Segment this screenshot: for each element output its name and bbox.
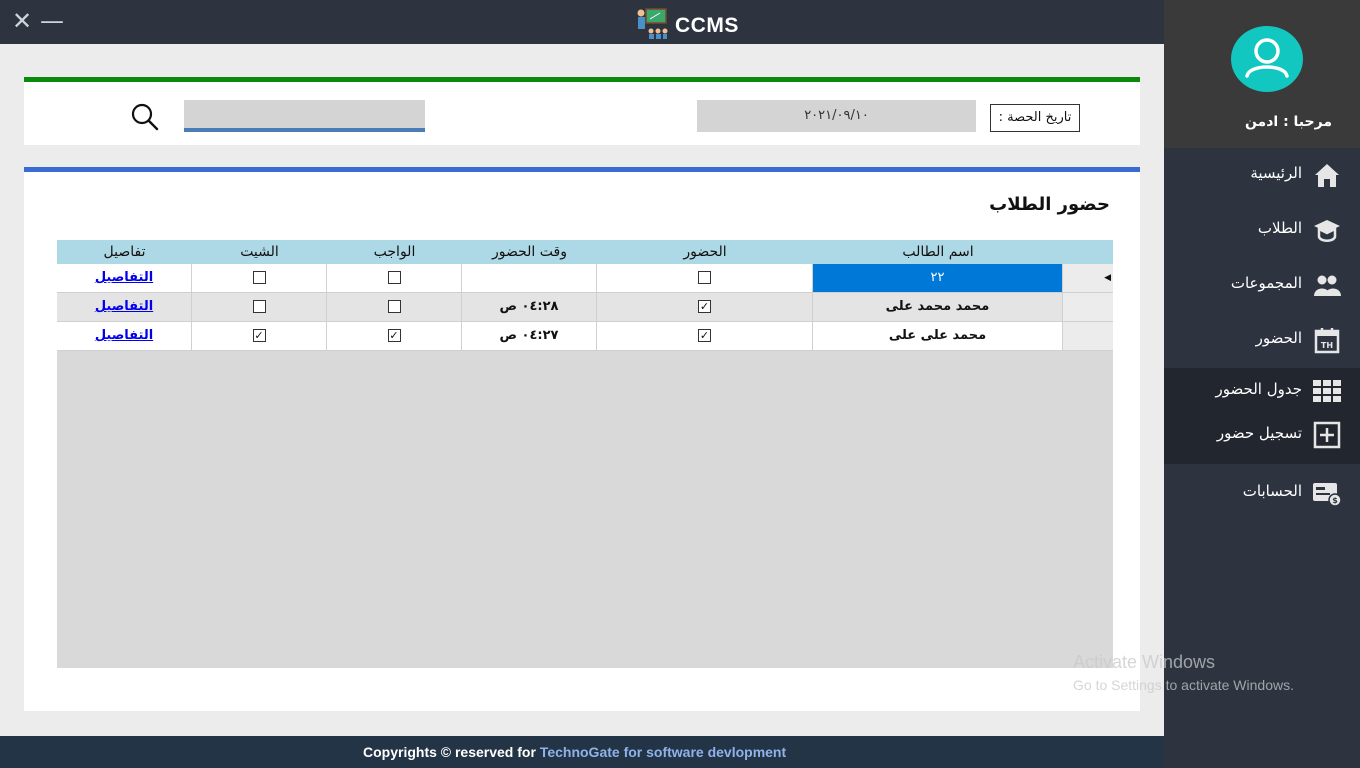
profile-panel: مرحبا : ادمن xyxy=(1164,0,1360,148)
date-field[interactable]: ٢٠٢١/٠٩/١٠ xyxy=(697,100,976,132)
details-link[interactable]: التفاصيل xyxy=(95,328,153,343)
sidebar-item-label: تسجيل حضور xyxy=(1216,424,1302,442)
homework-checkbox[interactable]: ✓ xyxy=(387,329,401,342)
homework-cell[interactable]: ✓ xyxy=(327,322,462,351)
details-link[interactable]: التفاصيل xyxy=(95,270,153,285)
details-cell[interactable]: التفاصيل xyxy=(57,293,192,322)
sheet-cell[interactable] xyxy=(192,293,327,322)
table-row[interactable]: محمد على على ✓ ٠٤:٢٧ ص ✓ ✓ التفاصيل xyxy=(57,322,1113,351)
search-icon[interactable] xyxy=(130,102,160,132)
main-content: تاريخ الحصة : ٢٠٢١/٠٩/١٠ حضور الطلاب اسم… xyxy=(0,44,1164,736)
student-name-cell[interactable]: ٢٢ xyxy=(813,264,1063,293)
sidebar-item-label: الرئيسية xyxy=(1250,164,1302,182)
attendance-submenu: جدول الحضور تسجيل حضور xyxy=(1164,368,1360,464)
sidebar-item-record-attendance[interactable]: تسجيل حضور xyxy=(1164,412,1360,456)
sidebar-item-attendance[interactable]: الحضور TH xyxy=(1164,317,1360,361)
sidebar-item-accounts[interactable]: الحسابات $ xyxy=(1164,470,1360,514)
calendar-icon: TH xyxy=(1314,328,1340,354)
sidebar-item-label: جدول الحضور xyxy=(1215,380,1302,398)
grid-icon xyxy=(1313,380,1341,402)
header-details[interactable]: تفاصيل xyxy=(57,240,192,264)
attendance-card: حضور الطلاب اسم الطالب الحضور وقت الحضور… xyxy=(24,167,1140,711)
details-cell[interactable]: التفاصيل xyxy=(57,264,192,293)
attendance-checkbox[interactable] xyxy=(698,271,711,284)
homework-checkbox[interactable] xyxy=(387,300,401,313)
header-sheet[interactable]: الشيت xyxy=(192,240,327,264)
header-time[interactable]: وقت الحضور xyxy=(462,240,597,264)
company-name: TechnoGate for software devlopment xyxy=(535,744,787,760)
graduation-cap-icon xyxy=(1314,220,1340,242)
sidebar-item-label: الحسابات xyxy=(1242,482,1302,500)
activation-watermark-title: Activate Windows xyxy=(1073,652,1216,672)
plus-square-icon xyxy=(1313,421,1341,449)
date-label: تاريخ الحصة : xyxy=(990,104,1080,132)
header-homework[interactable]: الواجب xyxy=(327,240,462,264)
row-header[interactable]: ◀ xyxy=(1063,264,1113,293)
row-header[interactable] xyxy=(1063,293,1113,322)
greeting-text: مرحبا : ادمن xyxy=(1244,114,1332,130)
grid-header: اسم الطالب الحضور وقت الحضور الواجب الشي… xyxy=(57,240,1113,264)
sheet-checkbox[interactable] xyxy=(252,271,266,284)
header-student-name[interactable]: اسم الطالب xyxy=(813,240,1063,264)
sidebar-item-home[interactable]: الرئيسية xyxy=(1164,152,1360,196)
student-name-cell[interactable]: محمد محمد على xyxy=(813,293,1063,322)
student-name-cell[interactable]: محمد على على xyxy=(813,322,1063,351)
homework-cell[interactable] xyxy=(327,293,462,322)
filter-card: تاريخ الحصة : ٢٠٢١/٠٩/١٠ xyxy=(24,77,1140,145)
attendance-cell[interactable]: ✓ xyxy=(597,322,813,351)
time-cell[interactable]: ٠٤:٢٧ ص xyxy=(462,322,597,351)
sheet-checkbox[interactable]: ✓ xyxy=(252,329,266,342)
time-cell[interactable] xyxy=(462,264,597,293)
sheet-cell[interactable]: ✓ xyxy=(192,322,327,351)
sidebar-item-groups[interactable]: المجموعات xyxy=(1164,262,1360,306)
attendance-checkbox[interactable]: ✓ xyxy=(698,329,711,342)
homework-cell[interactable] xyxy=(327,264,462,293)
app-window: ✕ — CCMS تاريخ الحصة : ٢٠٢١/٠٩/١٠ حضور ا… xyxy=(0,0,1360,768)
minimize-button[interactable]: — xyxy=(40,8,64,34)
current-row-indicator-icon: ◀ xyxy=(1104,273,1111,283)
sidebar-item-label: الحضور xyxy=(1255,329,1302,347)
svg-text:TH: TH xyxy=(1321,341,1333,350)
group-icon xyxy=(1314,275,1341,296)
attendance-cell[interactable] xyxy=(597,264,813,293)
title-bar: ✕ — CCMS xyxy=(0,0,1164,44)
sheet-cell[interactable] xyxy=(192,264,327,293)
attendance-grid: اسم الطالب الحضور وقت الحضور الواجب الشي… xyxy=(57,240,1113,668)
sidebar-item-label: المجموعات xyxy=(1230,274,1302,292)
details-link[interactable]: التفاصيل xyxy=(95,299,153,314)
search-input[interactable] xyxy=(184,100,425,132)
sidebar-item-attendance-table[interactable]: جدول الحضور xyxy=(1164,368,1360,412)
sidebar-item-students[interactable]: الطلاب xyxy=(1164,207,1360,251)
billing-icon: $ xyxy=(1313,483,1342,507)
footer: Copyrights © reserved for TechnoGate for… xyxy=(0,736,1164,768)
table-row[interactable]: محمد محمد على ✓ ٠٤:٢٨ ص التفاصيل xyxy=(57,293,1113,322)
time-cell[interactable]: ٠٤:٢٨ ص xyxy=(462,293,597,322)
sidebar-item-label: الطلاب xyxy=(1257,219,1302,237)
app-title: CCMS xyxy=(675,14,739,37)
header-attendance[interactable]: الحضور xyxy=(597,240,813,264)
copyright-prefix: Copyrights © reserved for xyxy=(363,744,536,760)
close-button[interactable]: ✕ xyxy=(12,8,32,34)
table-row[interactable]: ◀ ٢٢ التفاصيل xyxy=(57,264,1113,293)
copyright-text: Copyrights © reserved for TechnoGate for… xyxy=(363,744,786,760)
section-title: حضور الطلاب xyxy=(989,194,1110,215)
homework-checkbox[interactable] xyxy=(387,271,401,284)
details-cell[interactable]: التفاصيل xyxy=(57,322,192,351)
home-icon xyxy=(1315,164,1339,187)
activation-watermark-subtitle: Go to Settings to activate Windows. xyxy=(1073,677,1294,693)
attendance-cell[interactable]: ✓ xyxy=(597,293,813,322)
teacher-board-icon xyxy=(637,8,668,39)
user-avatar-icon[interactable] xyxy=(1231,26,1303,92)
row-header[interactable] xyxy=(1063,322,1113,351)
attendance-checkbox[interactable]: ✓ xyxy=(698,300,711,313)
sheet-checkbox[interactable] xyxy=(252,300,266,313)
svg-text:$: $ xyxy=(1332,496,1338,505)
